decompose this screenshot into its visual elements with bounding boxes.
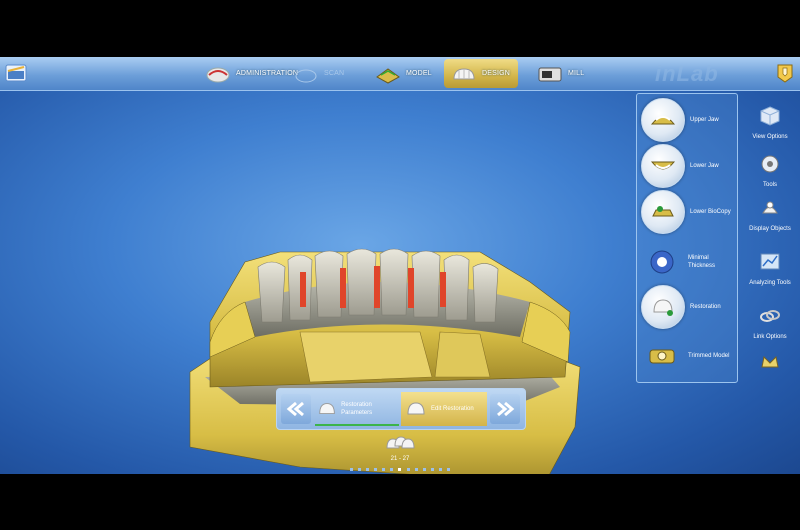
workspace[interactable]: ADMINISTRATION SCAN MODEL DESIGN MILL in… [0,57,800,474]
step-administration[interactable]: ADMINISTRATION [204,59,298,88]
step-label: DESIGN [482,70,511,77]
mill-icon [538,67,562,81]
analyzing-tools-icon [760,253,780,270]
upper-jaw-icon [641,98,685,142]
page-dot[interactable] [430,468,434,471]
view-options-button[interactable]: View Options [746,105,794,141]
administration-icon [206,67,230,82]
object-trimmed-model[interactable]: Trimmed Model [641,334,736,378]
page-dot[interactable] [374,468,378,471]
step-scan[interactable]: SCAN [292,59,344,88]
display-objects-button[interactable]: Display Objects [746,197,794,233]
restoration-parameters-icon [319,403,335,415]
page-dot[interactable] [446,468,450,471]
crown-icon [761,355,779,368]
double-chevron-right-icon [497,401,515,417]
object-lower-jaw[interactable]: Lower Jaw [641,144,736,188]
wizard-step-edit-restoration[interactable]: Edit Restoration [401,392,487,426]
model-icon [376,67,400,84]
edit-restoration-icon [407,402,425,415]
menu-logo-icon[interactable] [776,62,794,84]
scan-icon [295,69,317,82]
page-indicator [350,468,450,472]
object-minimal-thickness[interactable]: Minimal Thickness [641,240,736,284]
page-dot[interactable] [358,468,362,471]
double-chevron-left-icon [286,401,304,417]
trimmed-model-icon [641,335,683,377]
dental-model-3d[interactable] [150,192,600,474]
restoration-icon [641,285,685,329]
cube-icon [760,106,780,126]
page-dot[interactable] [366,468,370,471]
minimal-thickness-icon [641,241,683,283]
step-design[interactable]: DESIGN [444,59,519,88]
page-dot[interactable] [406,468,410,471]
page-dot[interactable] [350,468,353,471]
object-upper-jaw[interactable]: Upper Jaw [641,98,736,142]
object-lower-biocopy[interactable]: Lower BioCopy [641,190,736,234]
lower-jaw-icon [641,144,685,188]
wizard-next-button[interactable] [490,394,520,424]
object-restoration[interactable]: Restoration [641,285,736,329]
page-dot-active[interactable] [398,468,402,471]
brand-logo: inLab [655,61,719,86]
wizard-prev-button[interactable] [281,394,311,424]
extra-tool-button[interactable] [746,351,794,380]
link-icon [760,310,780,322]
page-dot[interactable] [382,468,386,471]
display-objects-icon [762,201,778,214]
lower-biocopy-icon [641,190,685,234]
page-dot[interactable] [414,468,418,471]
page-dot[interactable] [438,468,442,471]
step-label: MODEL [406,70,432,77]
wizard-step-restoration-parameters[interactable]: Restoration Parameters [315,392,399,426]
tools-button[interactable]: Tools [746,153,794,189]
app-logo-icon[interactable] [5,62,27,84]
step-mill[interactable]: MILL [536,59,584,88]
step-label: SCAN [324,70,345,77]
design-wizard: Restoration Parameters Edit Restoration [276,388,526,430]
page-dot[interactable] [390,468,394,471]
tools-icon [761,155,779,173]
analyzing-tools-button[interactable]: Analyzing Tools [746,251,794,287]
restoration-range: 21 - 27 [390,456,410,462]
step-model[interactable]: MODEL [374,59,432,88]
link-options-button[interactable]: Link Options [746,305,794,341]
step-complete-indicator [315,424,399,426]
step-label: ADMINISTRATION [236,70,299,77]
workflow-bar: ADMINISTRATION SCAN MODEL DESIGN MILL in… [0,57,800,91]
object-panel: Upper Jaw Lower Jaw Lower BioCopy Minima… [636,93,738,383]
design-icon [453,67,475,79]
step-label: MILL [568,70,585,77]
restoration-teeth-icon[interactable] [385,433,415,453]
page-dot[interactable] [422,468,426,471]
